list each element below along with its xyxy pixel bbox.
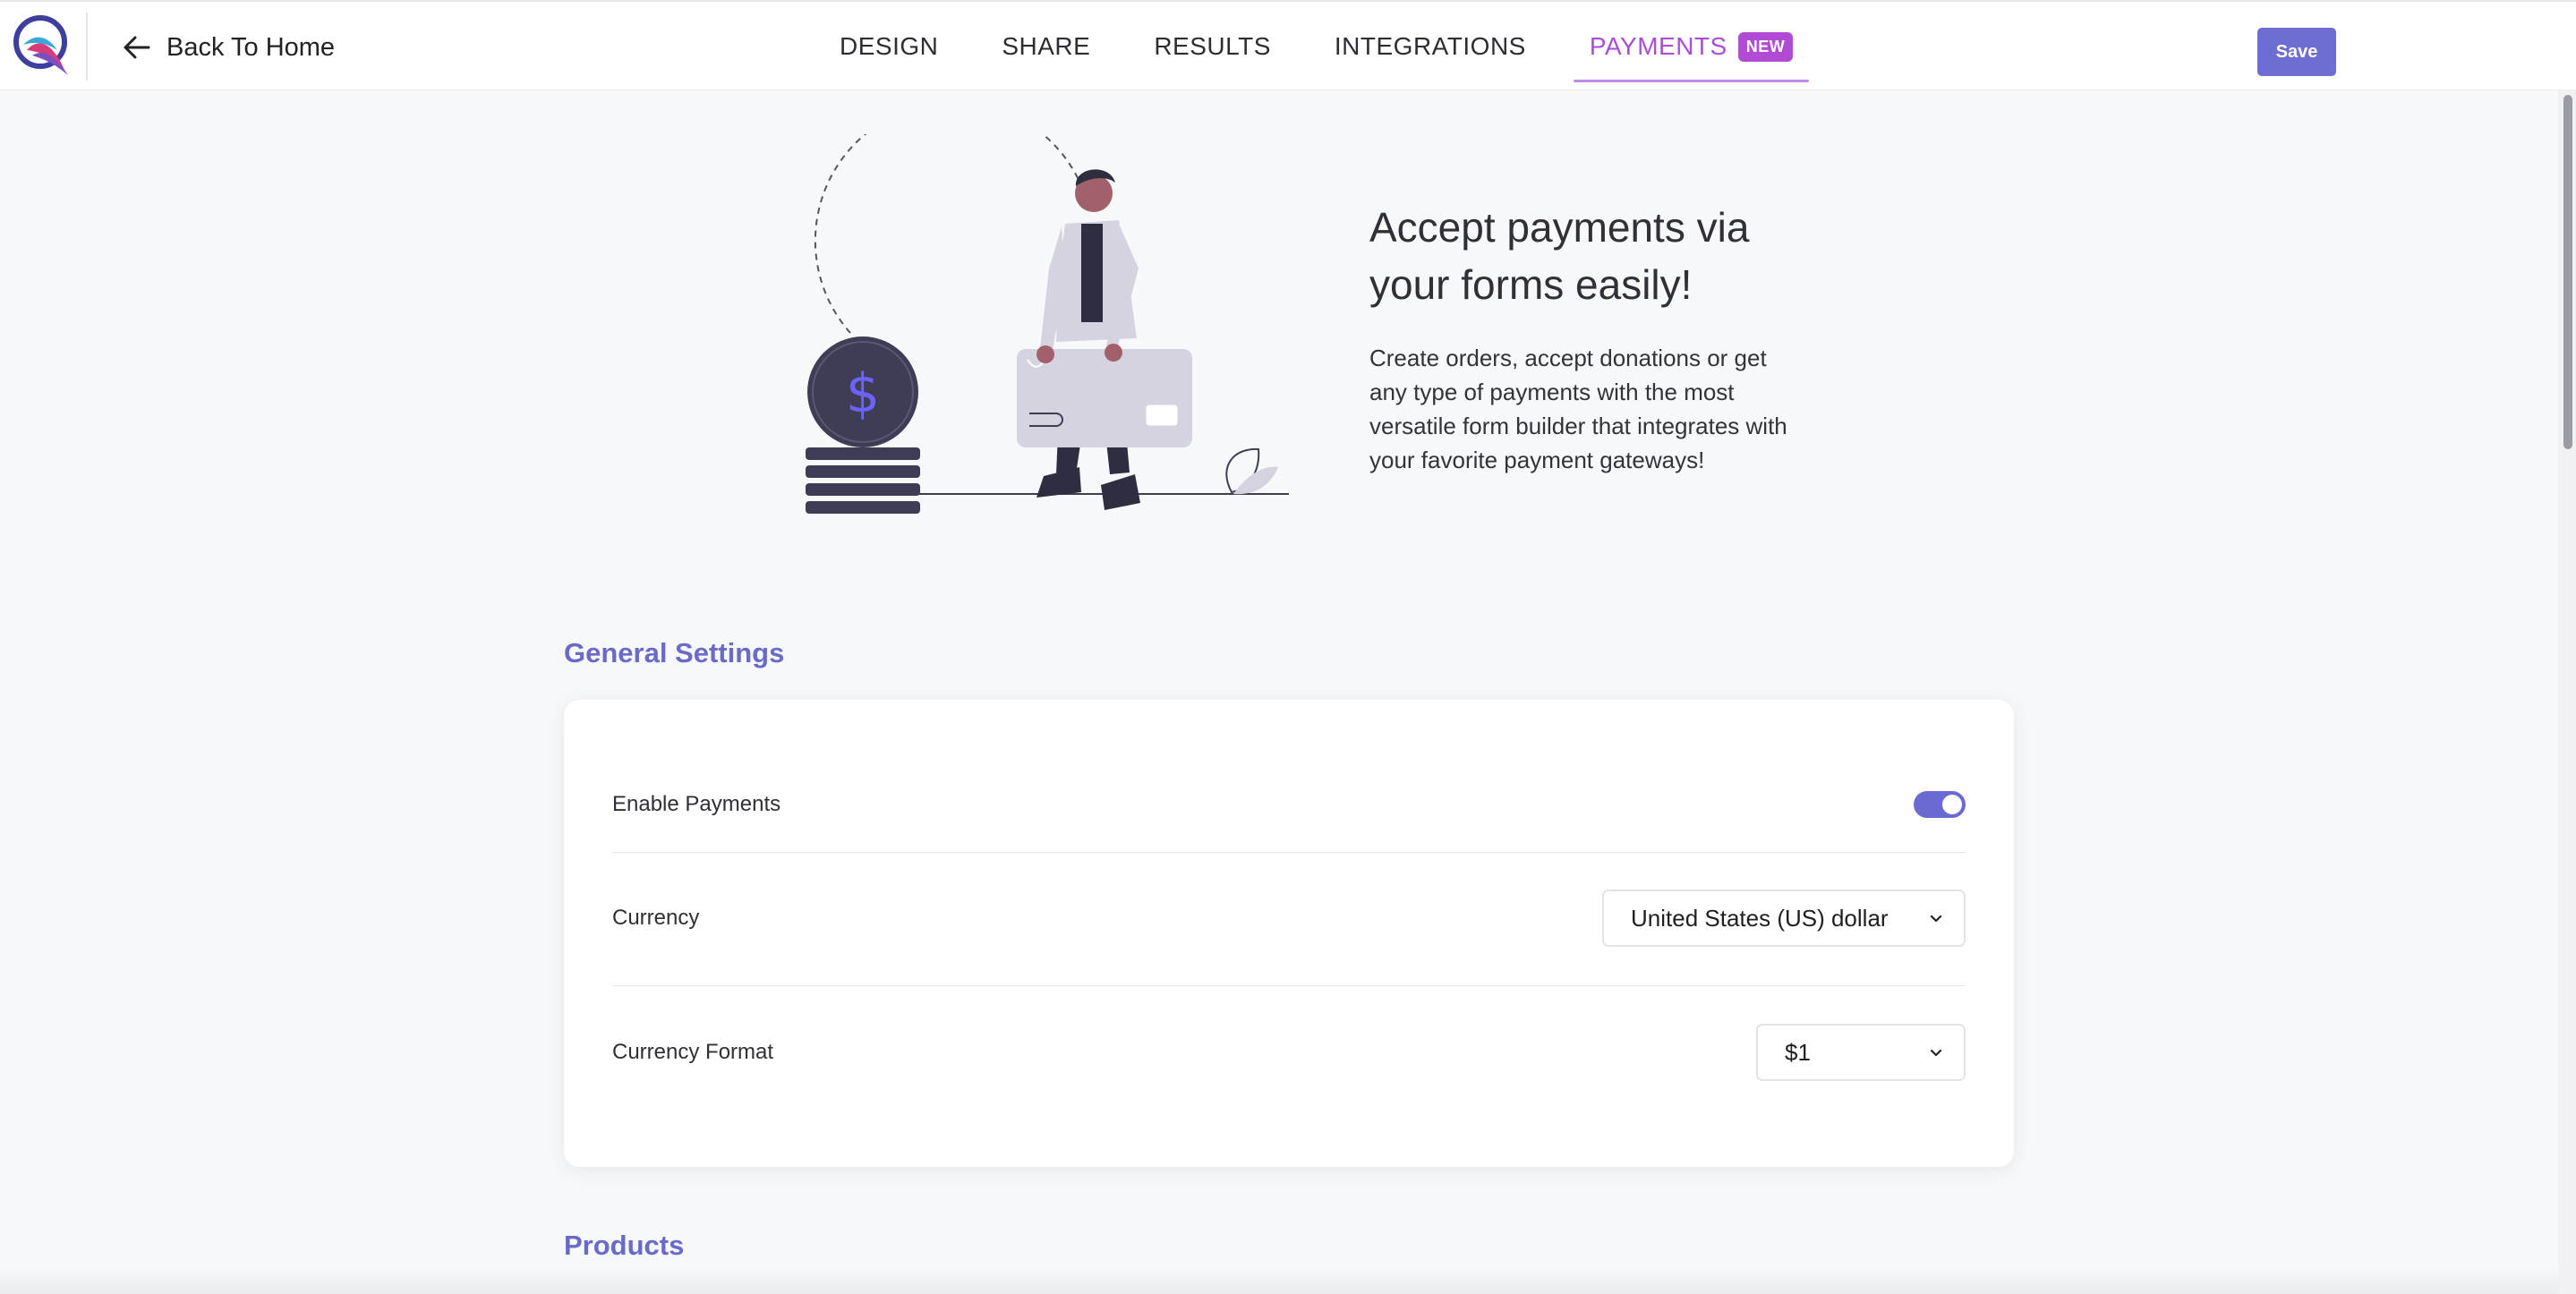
toggle-knob	[1942, 795, 1962, 814]
currency-select[interactable]: United States (US) dollar	[1602, 890, 1966, 947]
hero-title: Accept payments via your forms easily!	[1369, 204, 1750, 308]
tab-results-label: RESULTS	[1154, 32, 1271, 60]
coin-dollar-symbol: $	[846, 362, 880, 425]
top-navigation-bar: Back To Home DESIGN SHARE RESULTS INTEGR…	[0, 0, 2576, 90]
tab-payments[interactable]: PAYMENTS NEW	[1573, 2, 1810, 91]
arrow-left-icon	[124, 36, 150, 59]
enable-payments-toggle[interactable]	[1914, 791, 1966, 818]
tab-design[interactable]: DESIGN	[823, 2, 954, 91]
currency-format-label: Currency Format	[612, 1040, 774, 1064]
enable-payments-label: Enable Payments	[612, 792, 781, 816]
currency-select-value: United States (US) dollar	[1631, 904, 1889, 932]
scrollbar-thumb[interactable]	[2563, 95, 2572, 449]
back-to-home-label: Back To Home	[166, 32, 336, 62]
currency-format-select-value: $1	[1785, 1038, 1811, 1066]
payments-hero-illustration: $	[806, 134, 1289, 514]
tab-share[interactable]: SHARE	[985, 2, 1106, 91]
tab-design-label: DESIGN	[840, 32, 939, 60]
app-logo-icon[interactable]	[11, 11, 73, 77]
tab-payments-label: PAYMENTS	[1589, 32, 1727, 60]
tab-results[interactable]: RESULTS	[1138, 2, 1287, 91]
dashed-circle-decoration	[814, 134, 1084, 334]
tab-share-label: SHARE	[1002, 32, 1091, 60]
main-tabs: DESIGN SHARE RESULTS INTEGRATIONS PAYMEN…	[823, 2, 1840, 91]
tab-integrations-label: INTEGRATIONS	[1334, 32, 1526, 60]
currency-row: Currency United States (US) dollar	[612, 888, 1966, 949]
tab-integrations[interactable]: INTEGRATIONS	[1318, 2, 1542, 91]
currency-format-select[interactable]: $1	[1756, 1024, 1966, 1081]
products-heading: Products	[564, 1230, 685, 1261]
currency-format-row: Currency Format $1	[612, 1022, 1966, 1083]
row-divider	[612, 852, 1966, 853]
chevron-down-icon	[1930, 915, 1942, 923]
coin-stack-icon	[806, 447, 920, 514]
currency-label: Currency	[612, 906, 700, 930]
general-settings-heading: General Settings	[564, 637, 785, 668]
person-figure	[1036, 169, 1140, 510]
chevron-down-icon	[1930, 1049, 1942, 1057]
bottom-shadow	[0, 1267, 2558, 1294]
hero-description: Create orders, accept donations or get a…	[1369, 345, 1787, 473]
back-to-home-link[interactable]: Back To Home	[122, 29, 335, 66]
save-button[interactable]: Save	[2257, 28, 2336, 76]
credit-card-icon	[1017, 349, 1192, 447]
new-badge: NEW	[1737, 31, 1794, 62]
leaf-decoration	[1225, 447, 1278, 495]
logo-divider	[86, 13, 88, 81]
enable-payments-row: Enable Payments	[612, 785, 1966, 824]
general-settings-card: Enable Payments Currency United States (…	[564, 700, 2014, 1167]
row-divider	[612, 985, 1966, 986]
